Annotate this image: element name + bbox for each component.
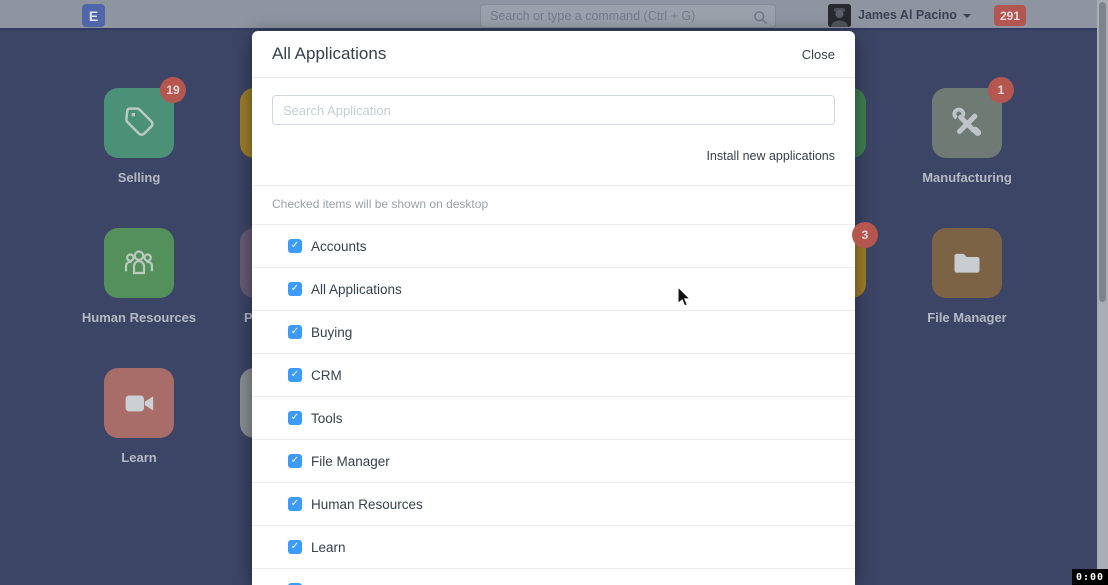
user-name-label: James Al Pacino — [858, 8, 957, 22]
divider — [252, 185, 855, 186]
application-row[interactable]: ✓ Tools — [252, 397, 855, 440]
selling-badge: 19 — [160, 77, 186, 103]
user-menu[interactable]: James Al Pacino — [858, 0, 971, 30]
desktop-icon-human-resources[interactable] — [104, 228, 174, 298]
application-label: Human Resources — [311, 497, 423, 512]
partial-icon-badge: 3 — [852, 222, 878, 248]
checkbox-checked-icon[interactable]: ✓ — [288, 411, 302, 425]
desktop-icon-label: Learn — [69, 450, 209, 465]
application-row[interactable]: ✓ All Applications — [252, 268, 855, 311]
modal-header: All Applications Close — [252, 31, 855, 78]
people-group-icon — [119, 243, 159, 283]
application-label: Learn — [311, 540, 346, 555]
search-icon — [753, 10, 768, 25]
checkbox-checked-icon[interactable]: ✓ — [288, 282, 302, 296]
application-label: Tools — [311, 411, 343, 426]
checkbox-checked-icon[interactable]: ✓ — [288, 239, 302, 253]
chevron-down-icon — [963, 14, 971, 18]
page-scrollbar-track[interactable] — [1097, 0, 1108, 585]
checkbox-checked-icon[interactable]: ✓ — [288, 540, 302, 554]
top-navbar: E James Al Pacino 291 — [0, 0, 1108, 30]
all-applications-modal: All Applications Close Install new appli… — [252, 31, 855, 585]
desktop-icon-learn[interactable] — [104, 368, 174, 438]
application-checklist: ✓ Accounts ✓ All Applications ✓ Buying ✓… — [252, 224, 855, 585]
checkbox-checked-icon[interactable]: ✓ — [288, 368, 302, 382]
close-button[interactable]: Close — [802, 47, 835, 62]
tag-icon — [119, 103, 159, 143]
checkbox-checked-icon[interactable]: ✓ — [288, 497, 302, 511]
tools-icon — [947, 103, 987, 143]
desktop-icon-label: Manufacturing — [897, 170, 1037, 185]
application-row[interactable]: ✓ CRM — [252, 354, 855, 397]
application-label: Accounts — [311, 239, 367, 254]
app-logo[interactable]: E — [82, 4, 105, 27]
application-search-input[interactable] — [272, 95, 835, 125]
application-label: CRM — [311, 368, 342, 383]
application-row[interactable]: ✓ Learn — [252, 526, 855, 569]
desktop-icon-file-manager[interactable] — [932, 228, 1002, 298]
install-new-applications-link[interactable]: Install new applications — [706, 149, 835, 163]
modal-body: Install new applications Checked items w… — [252, 78, 855, 585]
application-row[interactable]: ✓ Buying — [252, 311, 855, 354]
user-avatar[interactable] — [828, 4, 851, 27]
application-label: Buying — [311, 325, 352, 340]
application-row[interactable]: ✓ Manufacturing — [252, 569, 855, 585]
checkbox-checked-icon[interactable]: ✓ — [288, 454, 302, 468]
application-row[interactable]: ✓ File Manager — [252, 440, 855, 483]
application-label: All Applications — [311, 282, 402, 297]
modal-title: All Applications — [272, 44, 386, 64]
application-row[interactable]: ✓ Accounts — [252, 225, 855, 268]
desktop-icon-label: Human Resources — [69, 310, 209, 325]
folder-icon — [947, 243, 987, 283]
global-search — [480, 4, 776, 28]
avatar-photo — [828, 4, 851, 27]
desktop-icon-label: File Manager — [897, 310, 1037, 325]
application-row[interactable]: ✓ Human Resources — [252, 483, 855, 526]
notification-count-badge[interactable]: 291 — [994, 5, 1026, 26]
checked-items-hint: Checked items will be shown on desktop — [272, 197, 835, 211]
install-row: Install new applications — [272, 147, 835, 165]
recording-timer: 0:00 — [1072, 569, 1108, 585]
global-search-input[interactable] — [481, 5, 775, 27]
manufacturing-badge: 1 — [988, 77, 1014, 103]
application-label: File Manager — [311, 454, 390, 469]
desktop-icon-label: Selling — [69, 170, 209, 185]
video-camera-icon — [119, 383, 159, 423]
page-scrollbar-thumb[interactable] — [1099, 2, 1106, 302]
checkbox-checked-icon[interactable]: ✓ — [288, 325, 302, 339]
